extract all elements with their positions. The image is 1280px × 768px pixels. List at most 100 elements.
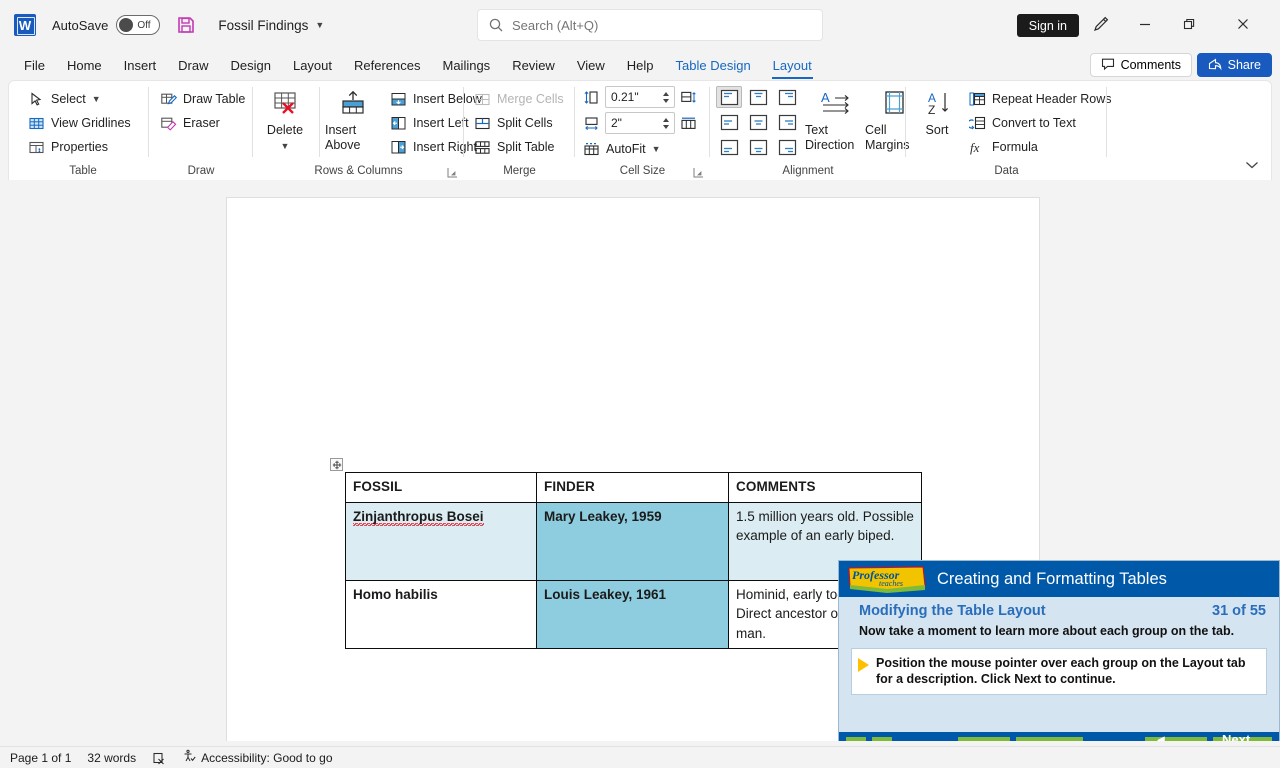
select-button[interactable]: Select ▼: [23, 87, 149, 111]
svg-text:Z: Z: [928, 103, 935, 117]
rows-columns-dialog-launcher[interactable]: [447, 165, 458, 176]
tutorial-section-title: Modifying the Table Layout: [859, 603, 1046, 619]
repeat-header-rows-icon: [969, 91, 986, 108]
table-row[interactable]: Zinjanthropus Bosei Mary Leakey, 1959 1.…: [346, 502, 922, 580]
tutorial-title: Creating and Formatting Tables: [937, 570, 1167, 589]
repeat-header-rows-button[interactable]: Repeat Header Rows: [964, 87, 1117, 111]
table-properties-button[interactable]: Properties: [23, 135, 149, 159]
column-width-spinner[interactable]: [660, 114, 672, 132]
ribbon-collapse-button[interactable]: [1243, 156, 1261, 174]
insert-left-icon: [390, 115, 407, 132]
row-height-input[interactable]: 0.21": [605, 86, 675, 108]
align-top-center-button[interactable]: [745, 86, 771, 108]
comments-button[interactable]: Comments: [1090, 53, 1192, 77]
column-width-input[interactable]: 2": [605, 112, 675, 134]
align-middle-right-button[interactable]: [774, 111, 800, 133]
save-icon[interactable]: [176, 15, 196, 35]
document-title[interactable]: Fossil Findings ▼: [218, 18, 324, 33]
tab-table-design[interactable]: Table Design: [666, 55, 761, 76]
align-middle-left-button[interactable]: [716, 111, 742, 133]
cell-size-dialog-launcher[interactable]: [693, 165, 704, 176]
distribute-rows-icon[interactable]: [680, 89, 697, 106]
autosave-toggle-knob: [119, 18, 133, 32]
tab-view[interactable]: View: [567, 55, 615, 76]
view-gridlines-button[interactable]: View Gridlines: [23, 111, 149, 135]
tab-layout[interactable]: Layout: [283, 55, 342, 76]
align-top-left-button[interactable]: [716, 86, 742, 108]
autosave-toggle[interactable]: Off: [116, 15, 160, 35]
table-row[interactable]: Homo habilis Louis Leakey, 1961 Hominid,…: [346, 580, 922, 649]
tab-help[interactable]: Help: [617, 55, 664, 76]
close-icon[interactable]: [1221, 8, 1265, 40]
tutorial-overlay[interactable]: Professor teaches Creating and Formattin…: [838, 560, 1280, 763]
cell-fossil-2[interactable]: Homo habilis: [346, 580, 537, 649]
insert-left-label: Insert Left: [413, 116, 469, 130]
tutorial-callout-text: Position the mouse pointer over each gro…: [876, 655, 1258, 687]
table-header-finder[interactable]: FINDER: [537, 473, 729, 503]
status-word-count[interactable]: 32 words: [87, 751, 136, 765]
tab-home[interactable]: Home: [57, 55, 112, 76]
svg-text:fx: fx: [970, 140, 980, 155]
tab-mailings[interactable]: Mailings: [433, 55, 501, 76]
tutorial-body-text: Now take a moment to learn more about ea…: [839, 621, 1279, 639]
ribbon-group-alignment: A Text Direction Cell Margins Alignment: [710, 81, 906, 181]
proofing-errors-icon[interactable]: [152, 751, 166, 765]
cell-fossil-1-text: Zinjanthropus Bosei: [353, 509, 484, 526]
status-accessibility[interactable]: Accessibility: Good to go: [182, 749, 332, 766]
split-cells-button[interactable]: Split Cells: [469, 111, 575, 135]
table-move-handle-icon[interactable]: [330, 458, 343, 471]
table-header-comments[interactable]: COMMENTS: [729, 473, 922, 503]
tab-draw[interactable]: Draw: [168, 55, 218, 76]
tab-table-layout[interactable]: Layout: [763, 55, 822, 76]
tutorial-subheader: Modifying the Table Layout 31 of 55: [839, 597, 1279, 621]
eraser-button[interactable]: Eraser: [155, 111, 253, 135]
align-bottom-center-button[interactable]: [745, 136, 771, 158]
align-top-right-button[interactable]: [774, 86, 800, 108]
split-table-icon: [474, 139, 491, 156]
pen-icon[interactable]: [1079, 8, 1123, 40]
tab-insert[interactable]: Insert: [114, 55, 167, 76]
split-table-button[interactable]: Split Table: [469, 135, 575, 159]
group-divider: [1106, 87, 1107, 157]
ribbon-tab-bar: File Home Insert Draw Design Layout Refe…: [0, 50, 1280, 80]
insert-above-icon: [337, 90, 369, 120]
text-direction-button[interactable]: A Text Direction: [805, 85, 863, 153]
delete-table-button[interactable]: Delete ▼: [259, 85, 311, 151]
cell-fossil-1[interactable]: Zinjanthropus Bosei: [346, 502, 537, 580]
draw-table-button[interactable]: Draw Table: [155, 87, 253, 111]
cell-finder-2[interactable]: Louis Leakey, 1961: [537, 580, 729, 649]
formula-label: Formula: [992, 140, 1038, 154]
align-bottom-left-button[interactable]: [716, 136, 742, 158]
merge-cells-button[interactable]: Merge Cells: [469, 87, 575, 111]
cell-finder-1[interactable]: Mary Leakey, 1959: [537, 502, 729, 580]
tab-references[interactable]: References: [344, 55, 430, 76]
chevron-down-icon: ▼: [92, 94, 101, 104]
minimize-icon[interactable]: [1123, 8, 1167, 40]
comment-icon: [1101, 57, 1115, 74]
sort-button[interactable]: AZ Sort: [914, 85, 960, 138]
convert-to-text-button[interactable]: Convert to Text: [964, 111, 1117, 135]
align-middle-center-button[interactable]: [745, 111, 771, 133]
autofit-button[interactable]: AutoFit ▼: [583, 137, 666, 161]
search-box[interactable]: [477, 9, 823, 41]
fossil-table[interactable]: FOSSIL FINDER COMMENTS Zinjanthropus Bos…: [345, 472, 922, 649]
sign-in-button[interactable]: Sign in: [1017, 14, 1079, 37]
ribbon-group-rows-columns: Delete ▼ Insert Above Insert: [253, 81, 464, 181]
tab-design[interactable]: Design: [221, 55, 281, 76]
autofit-label: AutoFit: [606, 142, 646, 156]
convert-to-text-icon: [969, 115, 986, 132]
table-header-row[interactable]: FOSSIL FINDER COMMENTS: [346, 473, 922, 503]
search-input[interactable]: [512, 18, 812, 33]
align-bottom-right-button[interactable]: [774, 136, 800, 158]
distribute-columns-icon[interactable]: [680, 115, 697, 132]
row-height-spinner[interactable]: [660, 88, 672, 106]
tutorial-progress: 31 of 55: [1212, 603, 1266, 619]
tab-review[interactable]: Review: [502, 55, 565, 76]
insert-above-button[interactable]: Insert Above: [325, 85, 381, 153]
tab-file[interactable]: File: [14, 55, 55, 76]
share-button[interactable]: Share: [1197, 53, 1272, 77]
table-header-fossil[interactable]: FOSSIL: [346, 473, 537, 503]
formula-button[interactable]: fx Formula: [964, 135, 1117, 159]
restore-icon[interactable]: [1167, 8, 1211, 40]
status-page[interactable]: Page 1 of 1: [10, 751, 71, 765]
